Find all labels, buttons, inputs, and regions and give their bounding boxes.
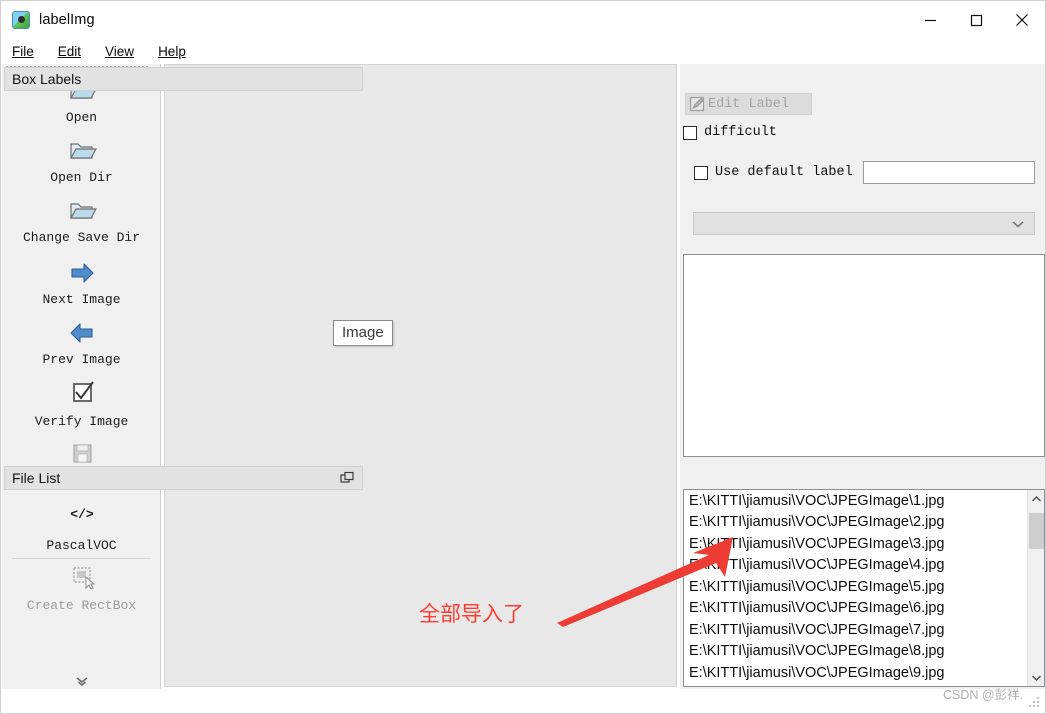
chevron-down-icon	[1012, 220, 1024, 227]
toolbar-button-create-rectbox[interactable]: Create RectBox	[2, 564, 160, 613]
file-list-title-text: File List	[12, 470, 61, 486]
file-list-item[interactable]: E:\KITTI\jiamusi\VOC\JPEGImage\7.jpg	[684, 619, 1044, 641]
toolbar-button-format[interactable]: </> PascalVOC	[2, 504, 160, 553]
use-default-label-text: Use default label	[715, 165, 853, 180]
chevron-up-icon	[1032, 495, 1041, 501]
use-default-label-checkbox-row[interactable]: Use default label	[694, 165, 853, 180]
open-folder-icon	[69, 203, 97, 219]
annotation-text: 全部导入了	[419, 602, 524, 626]
left-toolbar: Open Open Dir Change Save Dir Next Image	[2, 64, 161, 689]
file-list-item[interactable]: E:\KITTI\jiamusi\VOC\JPEGImage\5.jpg	[684, 576, 1044, 598]
edit-label-button-text: Edit Label	[708, 96, 790, 112]
image-placeholder-label: Image	[333, 320, 393, 346]
toolbar-button-prev-image[interactable]: Prev Image	[2, 318, 160, 367]
toolbar-button-next-image[interactable]: Next Image	[2, 258, 160, 307]
toolbar-button-verify-image[interactable]: Verify Image	[2, 380, 160, 429]
toolbar-button-open-dir[interactable]: Open Dir	[2, 136, 160, 185]
menu-edit-label: Edit	[57, 44, 82, 59]
label-list-box[interactable]	[683, 254, 1045, 457]
toolbar-label-prev-image: Prev Image	[42, 352, 121, 367]
menu-file[interactable]: File	[10, 42, 44, 61]
toolbar-label-open: Open	[65, 110, 98, 125]
check-box-icon	[72, 381, 94, 402]
menu-view[interactable]: View	[103, 42, 144, 61]
file-list-item[interactable]: E:\KITTI\jiamusi\VOC\JPEGImage\4.jpg	[684, 555, 1044, 577]
scrollbar-thumb[interactable]	[1029, 513, 1044, 549]
menu-view-label: View	[105, 44, 135, 59]
scroll-up-button[interactable]	[1028, 490, 1044, 507]
minimize-button[interactable]	[907, 1, 953, 39]
open-folder-icon	[69, 143, 97, 159]
menu-file-label: File	[12, 44, 34, 59]
csdn-watermark: CSDN @彭祥.	[942, 688, 1023, 702]
create-rectbox-icon	[72, 567, 95, 590]
file-list-rows: E:\KITTI\jiamusi\VOC\JPEGImage\1.jpg E:\K…	[684, 490, 1044, 684]
file-list-item[interactable]: E:\KITTI\jiamusi\VOC\JPEGImage\6.jpg	[684, 598, 1044, 620]
toolbar-label-change-save-dir: Change Save Dir	[22, 230, 141, 245]
toolbar-expand-button[interactable]	[2, 676, 160, 688]
window-controls	[907, 1, 1045, 39]
menu-help-label: Help	[158, 44, 186, 59]
file-list-panel-title: File List	[4, 466, 363, 490]
code-tags-icon: </>	[70, 507, 94, 522]
window-title: labelImg	[39, 12, 95, 28]
file-list-item[interactable]: E:\KITTI\jiamusi\VOC\JPEGImage\8.jpg	[684, 641, 1044, 663]
difficult-checkbox-row[interactable]: difficult	[683, 125, 777, 140]
toolbar-label-format: PascalVOC	[46, 538, 117, 553]
double-chevron-down-icon	[76, 677, 87, 687]
title-bar: labelImg	[1, 1, 1045, 39]
label-combobox[interactable]	[693, 212, 1035, 235]
labelimg-app-icon	[12, 11, 30, 29]
svg-text:</>: </>	[70, 507, 94, 522]
toolbar-separator	[12, 558, 151, 559]
arrow-left-icon	[69, 323, 93, 343]
file-list-item[interactable]: E:\KITTI\jiamusi\VOC\JPEGImage\2.jpg	[684, 512, 1044, 534]
difficult-checkbox[interactable]	[683, 125, 697, 140]
close-button[interactable]	[999, 1, 1045, 39]
file-list-scrollbar[interactable]	[1027, 490, 1044, 686]
default-label-input[interactable]	[863, 161, 1035, 184]
file-list-box[interactable]: E:\KITTI\jiamusi\VOC\JPEGImage\1.jpg E:\K…	[683, 489, 1045, 687]
use-default-label-checkbox[interactable]	[694, 165, 708, 180]
pencil-edit-icon	[689, 96, 705, 111]
menu-bar: File Edit View Help	[1, 39, 1045, 64]
toolbar-label-open-dir: Open Dir	[50, 170, 113, 185]
menu-edit[interactable]: Edit	[56, 42, 91, 61]
undock-window-icon[interactable]	[340, 471, 355, 486]
edit-label-button[interactable]: Edit Label	[685, 93, 812, 115]
scroll-down-button[interactable]	[1028, 669, 1044, 686]
maximize-button[interactable]	[953, 1, 999, 39]
box-labels-panel-title: Box Labels	[4, 67, 363, 91]
toolbar-label-create-rectbox: Create RectBox	[26, 598, 137, 613]
labelimg-window: labelImg File Edit View Help Open Open D…	[0, 0, 1046, 714]
file-list-item[interactable]: E:\KITTI\jiamusi\VOC\JPEGImage\9.jpg	[684, 662, 1044, 684]
window-resize-grip[interactable]	[1029, 697, 1042, 710]
file-list-item[interactable]: E:\KITTI\jiamusi\VOC\JPEGImage\1.jpg	[684, 490, 1044, 512]
difficult-checkbox-label: difficult	[704, 125, 777, 140]
file-list-item[interactable]: E:\KITTI\jiamusi\VOC\JPEGImage\3.jpg	[684, 533, 1044, 555]
toolbar-label-next-image: Next Image	[42, 292, 121, 307]
menu-help[interactable]: Help	[156, 42, 196, 61]
image-canvas[interactable]: Image	[164, 64, 677, 687]
arrow-right-icon	[70, 263, 94, 283]
toolbar-label-verify-image: Verify Image	[34, 414, 129, 429]
chevron-down-icon	[1032, 675, 1041, 681]
toolbar-button-change-save-dir[interactable]: Change Save Dir	[2, 196, 160, 245]
box-labels-title-text: Box Labels	[12, 71, 82, 87]
